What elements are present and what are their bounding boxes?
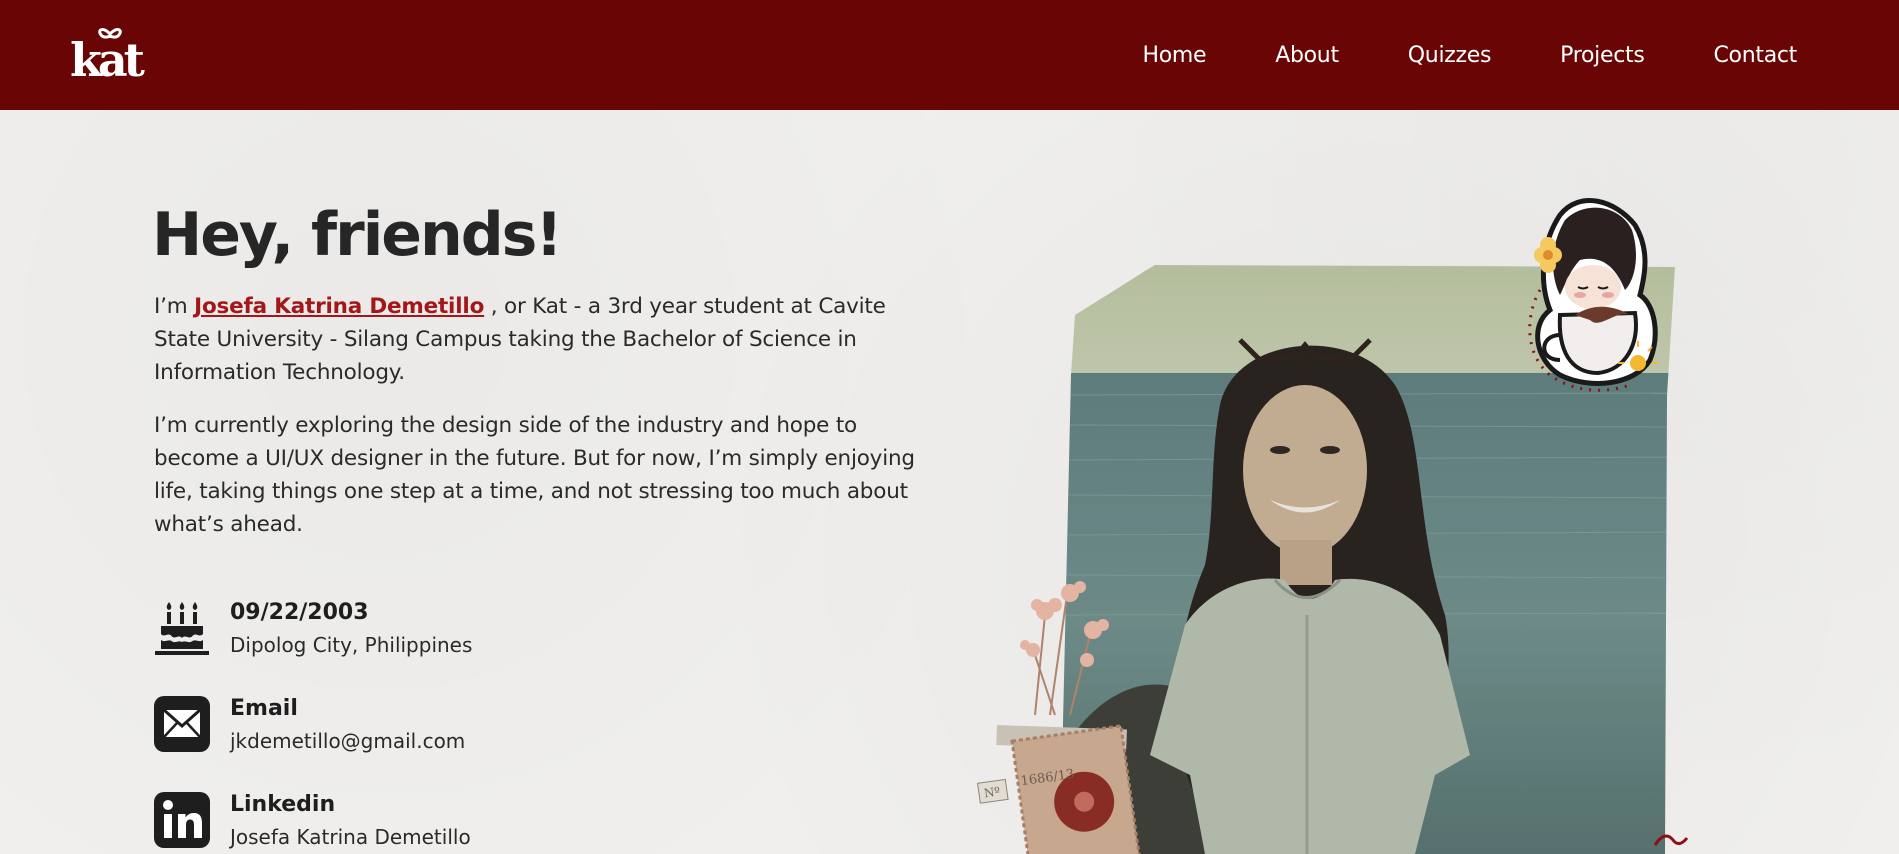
chibi-sticker xyxy=(1528,198,1658,392)
linkedin-name[interactable]: Josefa Katrina Demetillo xyxy=(230,825,471,849)
nav-contact[interactable]: Contact xyxy=(1714,43,1798,68)
top-navigation-bar: kat Home About Quizzes Projects Contact xyxy=(0,0,1899,110)
logo-text: kat xyxy=(70,33,146,82)
name-link[interactable]: Josefa Katrina Demetillo xyxy=(194,294,484,319)
email-label: Email xyxy=(230,696,298,721)
main-nav: Home About Quizzes Projects Contact xyxy=(1142,0,1797,110)
about-intro: Hey, friends! I’m Josefa Katrina Demetil… xyxy=(152,200,944,541)
birthday-date: 09/22/2003 xyxy=(230,600,369,625)
email-address[interactable]: jkdemetillo@gmail.com xyxy=(230,729,465,753)
birthday-cake-icon xyxy=(155,602,209,655)
second-paragraph: I’m currently exploring the design side … xyxy=(154,413,915,537)
stamp-label: Nº xyxy=(983,784,1001,800)
linkedin-icon xyxy=(154,792,210,848)
profile-collage: Nº 1686/13 xyxy=(975,195,1715,854)
intro-prefix: I’m xyxy=(154,294,195,319)
mail-icon xyxy=(154,696,210,752)
kat-logo[interactable]: kat xyxy=(70,26,152,82)
page-title: Hey, friends! xyxy=(152,200,563,270)
nav-projects[interactable]: Projects xyxy=(1560,43,1645,68)
nav-about[interactable]: About xyxy=(1275,43,1339,68)
nav-home[interactable]: Home xyxy=(1142,43,1206,68)
intro-paragraph: I’m Josefa Katrina Demetillo , or Kat - … xyxy=(154,290,914,389)
linkedin-label: Linkedin xyxy=(230,792,336,817)
nav-quizzes[interactable]: Quizzes xyxy=(1408,43,1492,68)
birthplace: Dipolog City, Philippines xyxy=(230,633,473,657)
profile-photo: Nº 1686/13 xyxy=(977,198,1689,854)
